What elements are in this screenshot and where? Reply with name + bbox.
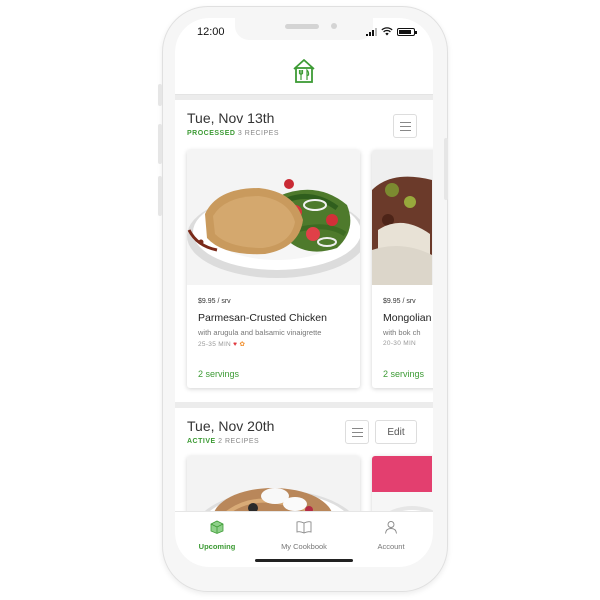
week-status-line: ACTIVE 2 RECIPES — [187, 438, 259, 445]
week-date: Tue, Nov 13th — [187, 110, 275, 126]
recipe-subtitle: with arugula and balsamic vinaigrette — [198, 328, 322, 337]
home-indicator[interactable] — [255, 559, 353, 562]
power-button — [444, 138, 448, 200]
tab-my-cookbook[interactable]: My Cookbook — [264, 520, 344, 551]
week-date: Tue, Nov 20th — [187, 418, 275, 434]
status-icons — [366, 27, 417, 36]
recipe-count: 2 RECIPES — [218, 438, 260, 445]
battery-icon — [397, 27, 417, 36]
home-chef-logo-icon[interactable] — [292, 58, 316, 84]
recipe-image-mongolian — [372, 150, 433, 285]
wifi-icon — [381, 27, 393, 36]
recipe-servings: 2 servings — [383, 369, 425, 379]
volume-down-button — [158, 176, 162, 216]
recipe-list-button[interactable] — [393, 114, 417, 138]
recipe-subtitle: with bok ch — [383, 328, 421, 337]
status-time: 12:00 — [197, 26, 225, 38]
tab-upcoming[interactable]: Upcoming — [177, 520, 257, 551]
recipe-image-parmesan-chicken — [187, 150, 360, 285]
status-bar: 12:00 — [175, 18, 433, 48]
recipe-servings: 2 servings — [198, 369, 240, 379]
recipe-time-label: 25-35 MIN — [198, 341, 232, 348]
week-status: PROCESSED — [187, 130, 236, 137]
speaker — [285, 24, 319, 29]
list-icon — [352, 428, 363, 440]
week-section-nov-13: Tue, Nov 13th PROCESSED 3 RECIPES $9.95 … — [175, 100, 433, 402]
tab-account[interactable]: Account — [351, 520, 431, 551]
heart-icon: ♥ — [233, 341, 238, 348]
recipe-title: Mongolian — [383, 312, 432, 324]
cellular-signal-icon — [366, 27, 377, 36]
recipe-time: 25-35 MIN ♥ ✿ — [198, 340, 245, 348]
recipe-count: 3 RECIPES — [237, 130, 279, 137]
recipe-price: $9.95 / srv — [198, 298, 231, 305]
notch — [235, 18, 373, 40]
recipe-list-button[interactable] — [345, 420, 369, 444]
mute-switch — [158, 84, 162, 106]
tab-label: My Cookbook — [281, 542, 327, 551]
recipe-card[interactable]: $9.95 / srv Parmesan-Crusted Chicken wit… — [187, 150, 360, 388]
front-camera — [331, 23, 337, 29]
cookbook-icon — [296, 521, 312, 534]
user-icon — [385, 521, 397, 534]
recipe-price: $9.95 / srv — [383, 298, 416, 305]
recipe-title: Parmesan-Crusted Chicken — [198, 312, 327, 324]
week-status: ACTIVE — [187, 438, 216, 445]
calorie-smart-icon: ✿ — [239, 341, 246, 348]
box-icon — [210, 520, 224, 534]
volume-up-button — [158, 124, 162, 164]
list-icon — [400, 122, 411, 134]
week-status-line: PROCESSED 3 RECIPES — [187, 130, 279, 137]
tab-label: Upcoming — [198, 542, 236, 551]
tab-label: Account — [377, 542, 405, 551]
edit-button[interactable]: Edit — [375, 420, 417, 444]
app-header — [175, 48, 433, 95]
app-screen: 12:00 Tue, Nov 13th PROCESSED 3 RECIPES … — [175, 18, 433, 567]
recipe-card[interactable]: $9.95 / srv Mongolian with bok ch 20-30 … — [372, 150, 433, 388]
recipe-time: 20-30 MIN — [383, 340, 417, 347]
